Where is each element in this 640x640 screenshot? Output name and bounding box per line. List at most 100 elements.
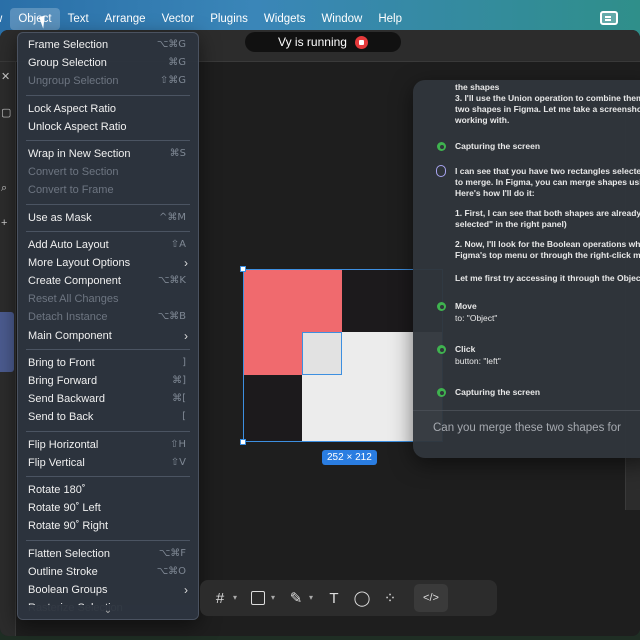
menu-item-label: Convert to Frame — [28, 184, 114, 197]
left-panel: ✕ ▢ ⌕ + — [0, 62, 16, 636]
menu-item-label: Frame Selection — [28, 39, 109, 51]
chevron-right-icon: › — [184, 328, 188, 343]
dev-mode-icon[interactable]: </> — [414, 584, 448, 612]
close-icon[interactable]: ✕ — [1, 70, 10, 83]
menu-item-more-layout-options[interactable]: More Layout Options › — [18, 254, 198, 272]
menu-item-rotate-90-right[interactable]: Rotate 90˚ Right — [18, 517, 198, 535]
menu-item-shortcut: ⌘[ — [172, 393, 186, 405]
menu-text[interactable]: Text — [60, 8, 97, 30]
size-badge: 252 × 212 — [322, 450, 377, 465]
menu-item-ungroup-selection: Ungroup Selection ⇧⌘G — [18, 72, 198, 90]
menu-item-flip-vertical[interactable]: Flip Vertical ⇧V — [18, 454, 198, 472]
chevron-right-icon: › — [184, 255, 188, 270]
menu-item-rotate-180[interactable]: Rotate 180˚ — [18, 481, 198, 499]
add-icon[interactable]: + — [1, 217, 7, 229]
assistant-panel: Can you merge these two shapes for the s… — [413, 80, 640, 458]
layers-icon[interactable]: ▢ — [1, 106, 11, 119]
menu-item-unlock-aspect-ratio[interactable]: Unlock Aspect Ratio — [18, 118, 198, 136]
comment-tool-icon[interactable]: ◯ — [348, 584, 376, 612]
menu-object[interactable]: Object — [10, 8, 60, 30]
chevron-down-icon[interactable]: ▾ — [309, 593, 313, 602]
menu-item-label: Wrap in New Section — [28, 147, 131, 160]
menu-item-flip-horizontal[interactable]: Flip Horizontal ⇧H — [18, 436, 198, 454]
menu-arrange[interactable]: Arrange — [97, 8, 154, 30]
menu-item-label: Lock Aspect Ratio — [28, 102, 117, 115]
menu-item-bring-forward[interactable]: Bring Forward ⌘] — [18, 372, 198, 390]
stop-button[interactable] — [354, 35, 368, 49]
text-tool-icon[interactable]: T — [320, 584, 348, 612]
menu-item-label: Convert to Section — [28, 166, 119, 179]
menu-item-shortcut: ⇧⌘G — [159, 75, 186, 87]
menu-item-frame-selection[interactable]: Frame Selection ⌥⌘G — [18, 36, 198, 54]
bottom-toolbar: # ▾ ▾ ✎ ▾ T ◯ ⁘ </> — [200, 580, 497, 616]
menu-item-label: Unlock Aspect Ratio — [28, 120, 127, 133]
message-text: working with. — [455, 115, 510, 125]
action-title: Capturing the screen — [455, 387, 541, 397]
menu-window[interactable]: Window — [313, 8, 370, 30]
menu-item-label: Group Selection — [28, 57, 107, 70]
menu-item-label: Main Component — [28, 329, 112, 342]
scroll-down-icon[interactable]: ⌄ — [18, 605, 198, 619]
menu-item-send-backward[interactable]: Send Backward ⌘[ — [18, 390, 198, 408]
menu-widgets[interactable]: Widgets — [256, 8, 314, 30]
chevron-down-icon[interactable]: ▾ — [233, 593, 237, 602]
action-status-icon — [437, 388, 446, 397]
menu-item-main-component[interactable]: Main Component › — [18, 327, 198, 345]
action-title: Capturing the screen — [455, 141, 541, 151]
components-tool-icon[interactable]: ⁘ — [376, 584, 404, 612]
menu-item-create-component[interactable]: Create Component ⌥⌘K — [18, 272, 198, 290]
menu-separator — [26, 94, 190, 96]
menu-help[interactable]: Help — [370, 8, 410, 30]
menu-separator — [26, 348, 190, 350]
menu-item-wrap-in-new-section[interactable]: Wrap in New Section ⌘S — [18, 145, 198, 163]
action-status-icon — [437, 302, 446, 311]
selected-layer[interactable] — [0, 312, 14, 372]
menu-item-outline-stroke[interactable]: Outline Stroke ⌥⌘O — [18, 563, 198, 581]
menu-item-label: Bring Forward — [28, 375, 98, 387]
menu-item-shortcut: ⇧A — [170, 238, 186, 250]
menu-item-label: Add Auto Layout — [28, 238, 109, 251]
message-text: 3. I'll use the Union operation to combi… — [455, 93, 640, 103]
prompt-input[interactable]: Can you merge these two shapes for — [433, 422, 621, 434]
menu-vector[interactable]: Vector — [154, 8, 203, 30]
frame-tool-icon[interactable]: # ▾ — [206, 584, 237, 612]
menu-item-label: Flatten Selection — [28, 547, 110, 560]
rectangle-tool-icon[interactable]: ▾ — [244, 584, 275, 612]
status-bar-icon[interactable] — [600, 11, 618, 25]
pen-tool-icon[interactable]: ✎ ▾ — [282, 584, 313, 612]
menu-separator — [26, 475, 190, 477]
resize-handle[interactable] — [240, 439, 246, 445]
menu-view[interactable]: w — [0, 8, 10, 30]
resize-handle[interactable] — [240, 266, 246, 272]
menu-item-lock-aspect-ratio[interactable]: Lock Aspect Ratio — [18, 100, 198, 118]
menu-item-shortcut: ⇧H — [170, 438, 186, 450]
menu-item-label: Create Component — [28, 275, 121, 288]
action-title: Move — [455, 301, 477, 311]
menu-item-bring-to-front[interactable]: Bring to Front] — [18, 354, 198, 372]
menu-item-shortcut: ⌥⌘B — [157, 311, 186, 323]
menu-separator — [26, 230, 190, 232]
message-text: Figma's top menu or through the right-cl… — [455, 250, 640, 260]
menu-item-shortcut: ⌥⌘G — [156, 39, 186, 50]
chevron-down-icon[interactable]: ▾ — [271, 593, 275, 602]
menu-item-convert-to-section: Convert to Section — [18, 163, 198, 181]
menu-item-use-as-mask[interactable]: Use as Mask ^⌘M — [18, 209, 198, 227]
menu-item-shortcut: ⌘S — [169, 147, 186, 159]
action-status-icon — [437, 142, 446, 151]
search-icon[interactable]: ⌕ — [1, 182, 7, 195]
menu-plugins[interactable]: Plugins — [202, 8, 256, 30]
menu-item-rotate-90-left[interactable]: Rotate 90˚ Left — [18, 499, 198, 517]
action-title: Click — [455, 344, 476, 354]
menu-item-flatten-selection[interactable]: Flatten Selection ⌥⌘F — [18, 545, 198, 563]
menu-separator — [26, 203, 190, 205]
menu-item-shortcut: ⌥⌘F — [158, 547, 186, 559]
menu-item-label: More Layout Options — [28, 256, 131, 269]
menu-item-boolean-groups[interactable]: Boolean Groups › — [18, 581, 198, 599]
menu-separator — [26, 139, 190, 141]
menu-item-group-selection[interactable]: Group Selection ⌘G — [18, 54, 198, 72]
menu-item-send-to-back[interactable]: Send to Back [ — [18, 408, 198, 426]
message-text: Let me first try accessing it through th… — [455, 273, 640, 283]
message-text: Here's how I'll do it: — [455, 188, 535, 198]
message-text: the shapes — [455, 82, 500, 92]
menu-item-add-auto-layout[interactable]: Add Auto Layout ⇧A — [18, 236, 198, 254]
